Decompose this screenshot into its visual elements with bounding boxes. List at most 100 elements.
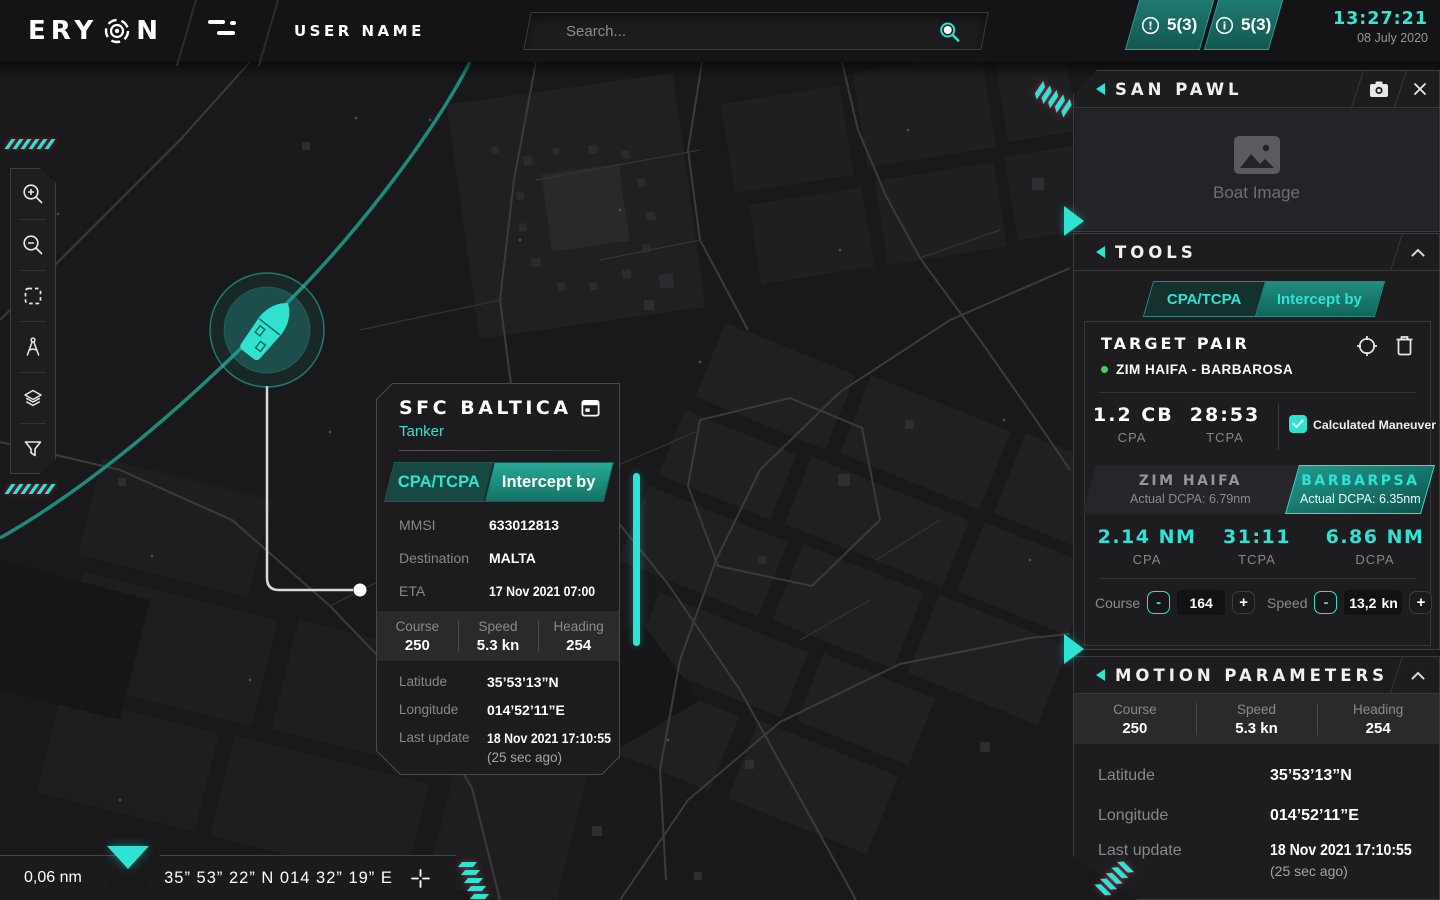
locate-icon[interactable] [1356,335,1378,357]
panel-title: MOTION PARAMETERS [1115,666,1388,685]
speed-minus-button[interactable]: - [1314,591,1337,614]
dcpa-value: 6.86 NMDCPA [1321,526,1429,567]
close-icon [1413,82,1427,96]
tools-tabs: CPA/TCPA Intercept by [1143,281,1385,317]
measure-button[interactable] [11,322,55,372]
trash-icon[interactable] [1395,335,1414,356]
vessel-tab-zim-haifa[interactable]: ZIM HAIFAActual DCPA: 6.79nm [1082,465,1299,514]
panel-edge-arrow[interactable] [1064,634,1084,664]
scale-arrow [107,846,149,869]
tools-tab-cpa-tcpa[interactable]: CPA/TCPA [1144,282,1266,316]
motion-parameters-panel: MOTION PARAMETERS Course250 Speed5.3 kn … [1073,656,1440,900]
zoom-in-icon [21,182,45,206]
calculated-maneuver-checkbox[interactable] [1289,415,1307,433]
svg-text:i: i [1223,18,1227,31]
hazard-stripes [8,139,52,149]
search-icon[interactable] [939,21,962,44]
course-minus-button[interactable]: - [1147,591,1170,614]
tools-tab-intercept-by[interactable]: Intercept by [1256,282,1384,316]
alerts-badge[interactable]: !5(3) [1125,0,1214,50]
tcpa-stat: 28:53TCPA [1185,404,1265,445]
popup-row-longitude: Longitude014’52’11”E [399,697,609,725]
image-icon [1234,136,1280,174]
collapse-button[interactable] [1397,657,1439,693]
popup-row-last-update: Last update18 Nov 2021 17:10:55(25 sec a… [399,725,609,767]
logo-target-icon [103,17,131,45]
zoom-out-button[interactable] [11,220,55,270]
chevron-up-icon [1411,671,1425,680]
motion-band: Course250 Speed5.3 kn Heading254 [1074,694,1439,744]
filter-icon [22,438,44,460]
camera-icon [1369,80,1389,98]
divider [1099,392,1416,393]
popup-tabs: CPA/TCPA Intercept by [384,462,614,502]
mp-row-longitude: Longitude014’52’11”E [1098,796,1415,836]
popup-row-mmsi: MMSI633012813 [399,508,605,541]
vessel-tabs: ZIM HAIFAActual DCPA: 6.79nm BARBARPSAAc… [1082,465,1435,514]
topbar-separator [176,0,198,66]
menu-icon[interactable] [206,18,246,44]
vessel-tab-barbarpsa[interactable]: BARBARPSAActual DCPA: 6.35nm [1285,465,1435,514]
coordinates-bar: 35” 53” 22” N 014 32” 19” E [138,855,456,900]
status-dot [1101,366,1108,373]
popup-vessel-type: Tanker [399,423,619,440]
time: 13:27:21 [1333,9,1428,29]
vessel-popup: SFC BALTICA Tanker CPA/TCPA Intercept by… [376,383,620,775]
layers-button[interactable] [11,373,55,423]
popup-connector-dot [354,584,367,597]
select-area-icon [22,285,44,307]
user-name[interactable]: USER NAME [294,0,425,62]
calculated-maneuver-label: Calculated Maneuver [1313,418,1436,432]
select-area-button[interactable] [11,271,55,321]
close-button[interactable] [1401,71,1439,107]
camera-button[interactable] [1358,71,1400,107]
calendar-icon[interactable] [580,397,601,418]
info-icon: i [1216,15,1235,34]
divider [399,450,601,451]
speed-stepper: Speed - 13,2kn + [1267,590,1432,615]
divider [1099,578,1416,579]
coordinates: 35” 53” 22” N 014 32” 19” E [164,869,393,888]
popup-title: SFC BALTICA [399,397,572,419]
panel-title: SAN PAWL [1115,80,1243,99]
popup-motion-band: Course250 Speed5.3 kn Heading254 [377,611,619,661]
target-pair-title: TARGET PAIR [1101,334,1250,353]
crosshair-icon[interactable] [411,869,430,888]
speed-value[interactable]: 13,2kn [1344,590,1402,615]
popup-accent-bar [633,473,640,646]
app-logo: ERYN [28,0,163,62]
svg-text:!: ! [1149,18,1154,31]
tab-intercept-by[interactable]: Intercept by [486,463,613,501]
mp-row-latitude: Latitude35’53’13”N [1098,756,1415,796]
zoom-out-icon [21,233,45,257]
panel-collapse-icon[interactable] [1096,83,1105,95]
panel-collapse-icon[interactable] [1096,669,1105,681]
layers-icon [22,387,44,409]
zoom-in-button[interactable] [11,169,55,219]
topbar-separator [258,0,280,66]
course-stepper: Course - 164 + [1095,590,1255,615]
search-input[interactable] [528,13,984,49]
info-badge[interactable]: i5(3) [1204,0,1283,50]
course-value[interactable]: 164 [1177,590,1225,615]
collapse-button[interactable] [1397,234,1439,270]
map-toolbar [10,168,56,474]
date: 08 July 2020 [1333,31,1428,45]
warning-icon: ! [1142,15,1161,34]
speed-plus-button[interactable]: + [1409,591,1432,614]
divider [1278,404,1279,450]
popup-row-destination: DestinationMALTA [399,541,605,574]
panel-collapse-icon[interactable] [1096,246,1105,258]
boat-image-placeholder: Boat Image [1075,109,1438,230]
panel-edge-arrow[interactable] [1064,206,1084,236]
course-plus-button[interactable]: + [1232,591,1255,614]
target-pair-names: ZIM HAIFA - BARBAROSA [1101,362,1293,377]
tcpa-value: 31:11TCPA [1207,526,1307,567]
search-bar [523,12,988,50]
vessel-marker[interactable] [210,273,324,387]
cpa-value: 2.14 NMCPA [1093,526,1201,567]
target-pair-box: TARGET PAIR ZIM HAIFA - BARBAROSA 1.2 CB… [1084,321,1431,646]
cpa-stat: 1.2 CBCPA [1093,404,1171,445]
tab-cpa-tcpa[interactable]: CPA/TCPA [385,463,495,501]
popup-row-latitude: Latitude35’53’13”N [399,669,609,697]
